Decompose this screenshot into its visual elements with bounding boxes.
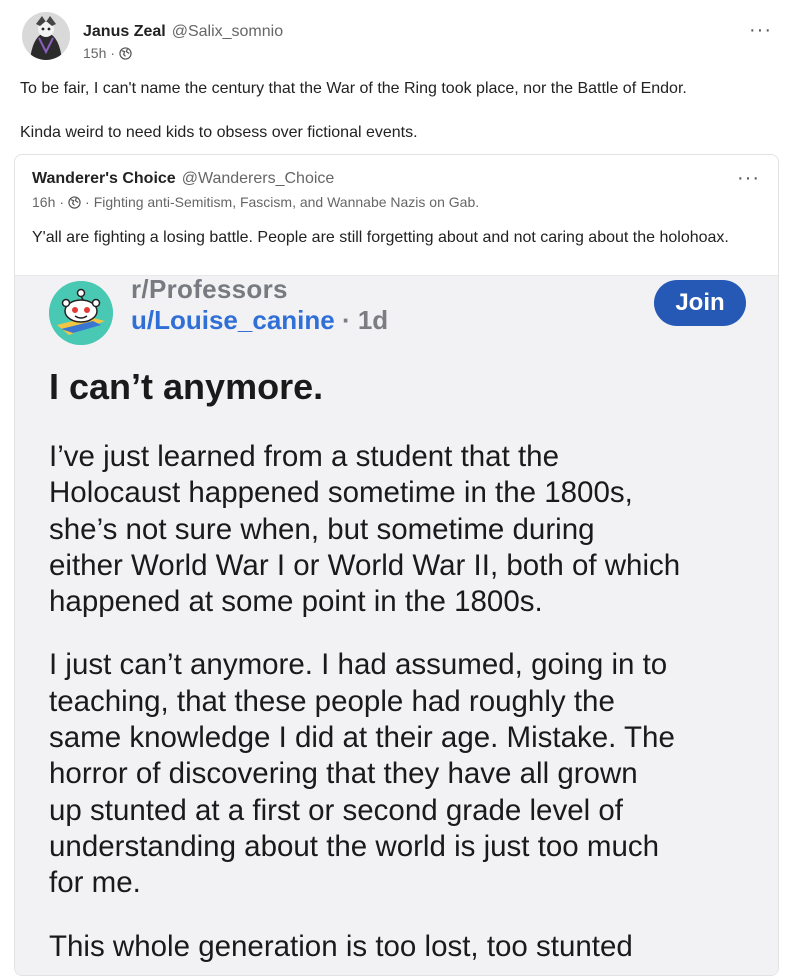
reddit-username: u/Louise_canine · 1d bbox=[131, 305, 388, 336]
quoted-time[interactable]: 16h bbox=[32, 194, 55, 210]
post-paragraph: To be fair, I can't name the century tha… bbox=[20, 80, 687, 97]
quoted-text: Y'all are fighting a losing battle. Peop… bbox=[32, 229, 729, 246]
embedded-screenshot[interactable]: r/Professors u/Louise_canine · 1d Join I… bbox=[15, 275, 778, 975]
author-handle[interactable]: @Salix_somnio bbox=[172, 23, 283, 40]
reddit-username-text: u/Louise_canine bbox=[131, 305, 335, 335]
reddit-paragraph: I just can’t anymore. I had assumed, goi… bbox=[49, 648, 675, 900]
reddit-post-body: I’ve just learned from a student that th… bbox=[49, 439, 759, 965]
reddit-paragraph: This whole generation is too lost, too s… bbox=[49, 929, 633, 963]
quoted-author: Wanderer's Choice @Wanderers_Choice bbox=[32, 169, 334, 189]
post-author: Janus Zeal @Salix_somnio bbox=[83, 22, 283, 42]
author-name[interactable]: Janus Zeal bbox=[83, 23, 166, 40]
quoted-bio: Fighting anti-Semitism, Fascism, and Wan… bbox=[93, 194, 480, 210]
globe-icon bbox=[119, 46, 132, 60]
post-paragraph: Kinda weird to need kids to obsess over … bbox=[20, 124, 418, 141]
post-text: To be fair, I can't name the century tha… bbox=[20, 79, 770, 143]
post-meta: 15h · bbox=[83, 45, 132, 61]
more-options-icon[interactable]: ··· bbox=[749, 20, 772, 40]
globe-icon bbox=[68, 195, 81, 209]
quoted-meta: 16h · · Fighting anti-Semitism, Fascism,… bbox=[32, 194, 480, 210]
more-options-icon[interactable]: ··· bbox=[737, 167, 760, 190]
quoted-author-handle[interactable]: @Wanderers_Choice bbox=[182, 170, 335, 187]
post-card: Janus Zeal @Salix_somnio 15h · ··· To be … bbox=[0, 0, 792, 976]
reddit-snoo-icon bbox=[49, 281, 113, 345]
avatar-image bbox=[22, 12, 70, 60]
avatar[interactable] bbox=[22, 12, 70, 60]
subreddit-name: r/Professors bbox=[131, 275, 288, 304]
quoted-author-name[interactable]: Wanderer's Choice bbox=[32, 170, 176, 187]
join-button: Join bbox=[654, 280, 746, 326]
post-time[interactable]: 15h bbox=[83, 45, 106, 61]
reddit-paragraph: I’ve just learned from a student that th… bbox=[49, 440, 681, 619]
quoted-post[interactable]: Wanderer's Choice @Wanderers_Choice 16h ·… bbox=[14, 154, 779, 976]
reddit-post-title: I can’t anymore. bbox=[49, 366, 324, 407]
reddit-post-age: · 1d bbox=[341, 305, 389, 335]
